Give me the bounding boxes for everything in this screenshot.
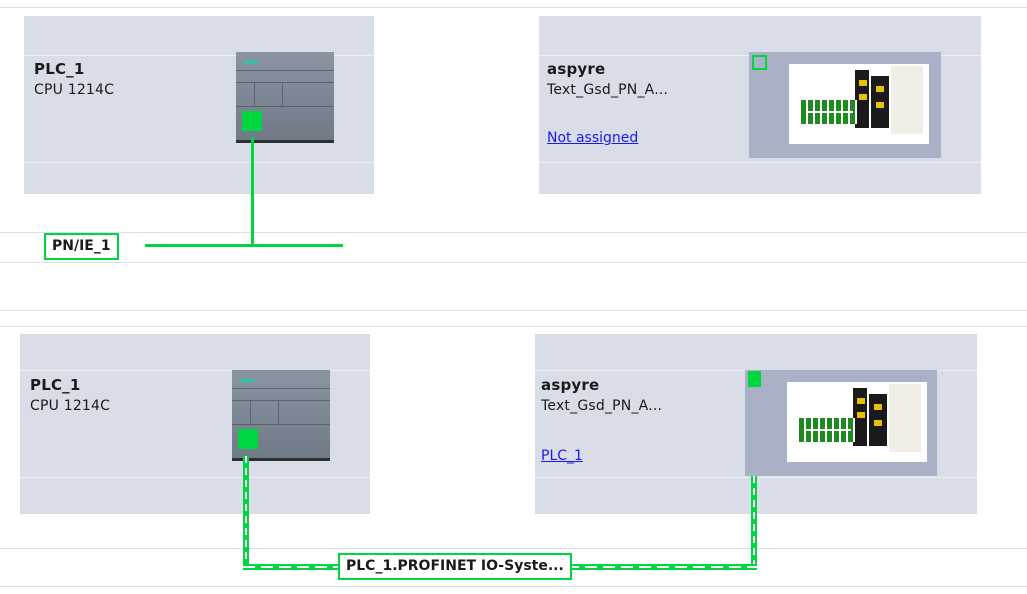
profinet-drive-icon <box>787 382 927 462</box>
divider <box>0 7 1027 8</box>
network-connection-line <box>251 137 254 247</box>
divider <box>0 548 1027 549</box>
plc-device-box[interactable]: PLC_1 CPU 1214C <box>20 334 370 514</box>
ethernet-port-icon[interactable] <box>242 111 262 131</box>
assigned-controller-link[interactable]: PLC_1 <box>541 448 583 464</box>
plc-type: CPU 1214C <box>34 82 115 98</box>
status-led-icon <box>240 379 254 382</box>
plc-type: CPU 1214C <box>30 398 111 414</box>
divider <box>0 310 1027 311</box>
divider <box>539 162 981 163</box>
divider <box>0 326 1027 327</box>
plc-name[interactable]: PLC_1 <box>34 60 85 78</box>
cpu-module-icon[interactable] <box>236 52 334 143</box>
device-type: Text_Gsd_PN_A... <box>541 398 663 414</box>
io-device-box[interactable]: aspyre Text_Gsd_PN_A... Not assigned <box>539 16 981 194</box>
divider <box>0 232 1027 233</box>
ethernet-port-icon[interactable] <box>238 429 258 449</box>
profinet-drive-icon <box>789 64 929 144</box>
divider <box>0 586 1027 587</box>
divider <box>24 162 374 163</box>
device-name[interactable]: aspyre <box>541 376 599 394</box>
divider <box>20 477 370 478</box>
device-name[interactable]: aspyre <box>547 60 605 78</box>
io-system-label[interactable]: PLC_1.PROFINET IO-Syste... <box>338 553 572 580</box>
status-led-icon <box>244 61 258 64</box>
cpu-module-icon[interactable] <box>232 370 330 461</box>
io-system-connection-line <box>751 476 757 568</box>
divider <box>0 262 1027 263</box>
plc-name[interactable]: PLC_1 <box>30 376 81 394</box>
plc-device-box[interactable]: PLC_1 CPU 1214C <box>24 16 374 194</box>
subnet-label[interactable]: PN/IE_1 <box>44 233 119 260</box>
io-system-connection-line <box>243 456 249 568</box>
pn-ie-subnet-line[interactable] <box>145 244 343 247</box>
device-type: Text_Gsd_PN_A... <box>547 82 669 98</box>
ethernet-port-icon[interactable] <box>752 55 767 70</box>
ethernet-port-icon[interactable] <box>748 371 761 387</box>
assign-controller-link[interactable]: Not assigned <box>547 130 638 146</box>
